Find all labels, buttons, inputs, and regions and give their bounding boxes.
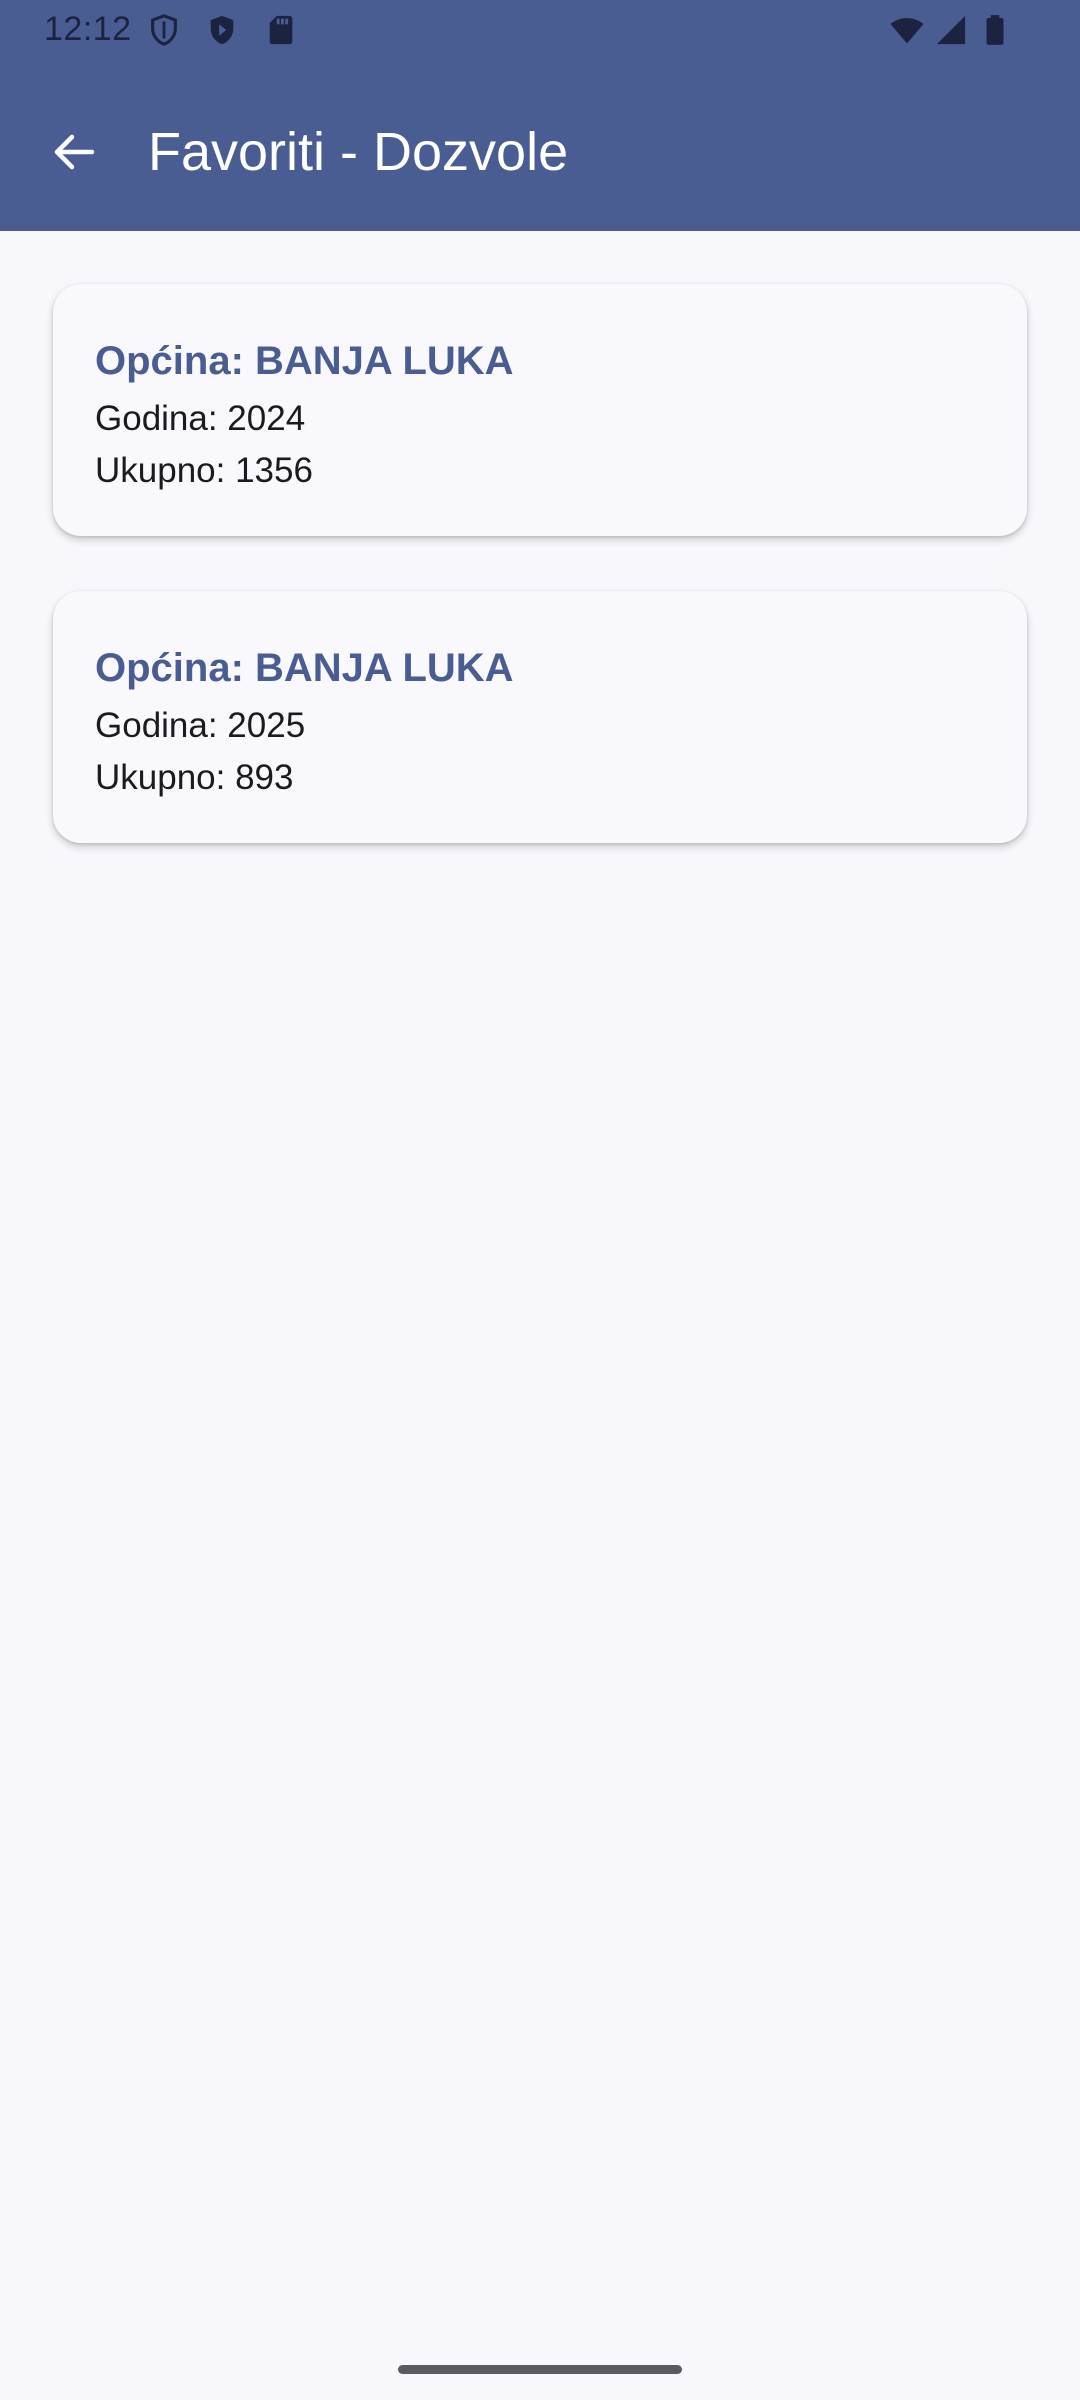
arrow-back-icon <box>34 112 114 192</box>
shield-filled-icon <box>205 12 239 48</box>
status-time: 12:12 <box>44 10 132 48</box>
app-bar: 12:12 Favoriti - Dozvole <box>0 0 1080 231</box>
card-municipality: Općina: BANJA LUKA <box>95 339 514 383</box>
page-title: Favoriti - Dozvole <box>148 122 569 182</box>
card-total: Ukupno: 893 <box>95 758 294 797</box>
battery-icon <box>978 12 1012 48</box>
toolbar: Favoriti - Dozvole <box>0 80 1080 212</box>
card-year: Godina: 2024 <box>95 399 306 438</box>
home-indicator[interactable] <box>398 2365 682 2374</box>
shield-outline-icon <box>147 12 181 48</box>
card-total: Ukupno: 1356 <box>95 451 313 490</box>
card-municipality: Općina: BANJA LUKA <box>95 646 514 690</box>
back-button[interactable] <box>34 112 114 192</box>
favorites-list: Općina: BANJA LUKA Godina: 2024 Ukupno: … <box>0 231 1080 2400</box>
card-year: Godina: 2025 <box>95 706 306 745</box>
status-bar: 12:12 <box>0 0 1080 60</box>
favorite-card[interactable]: Općina: BANJA LUKA Godina: 2024 Ukupno: … <box>53 284 1027 536</box>
cellular-signal-icon <box>934 12 968 48</box>
favorite-card[interactable]: Općina: BANJA LUKA Godina: 2025 Ukupno: … <box>53 591 1027 843</box>
wifi-icon <box>888 12 926 48</box>
sd-card-icon <box>264 12 298 48</box>
